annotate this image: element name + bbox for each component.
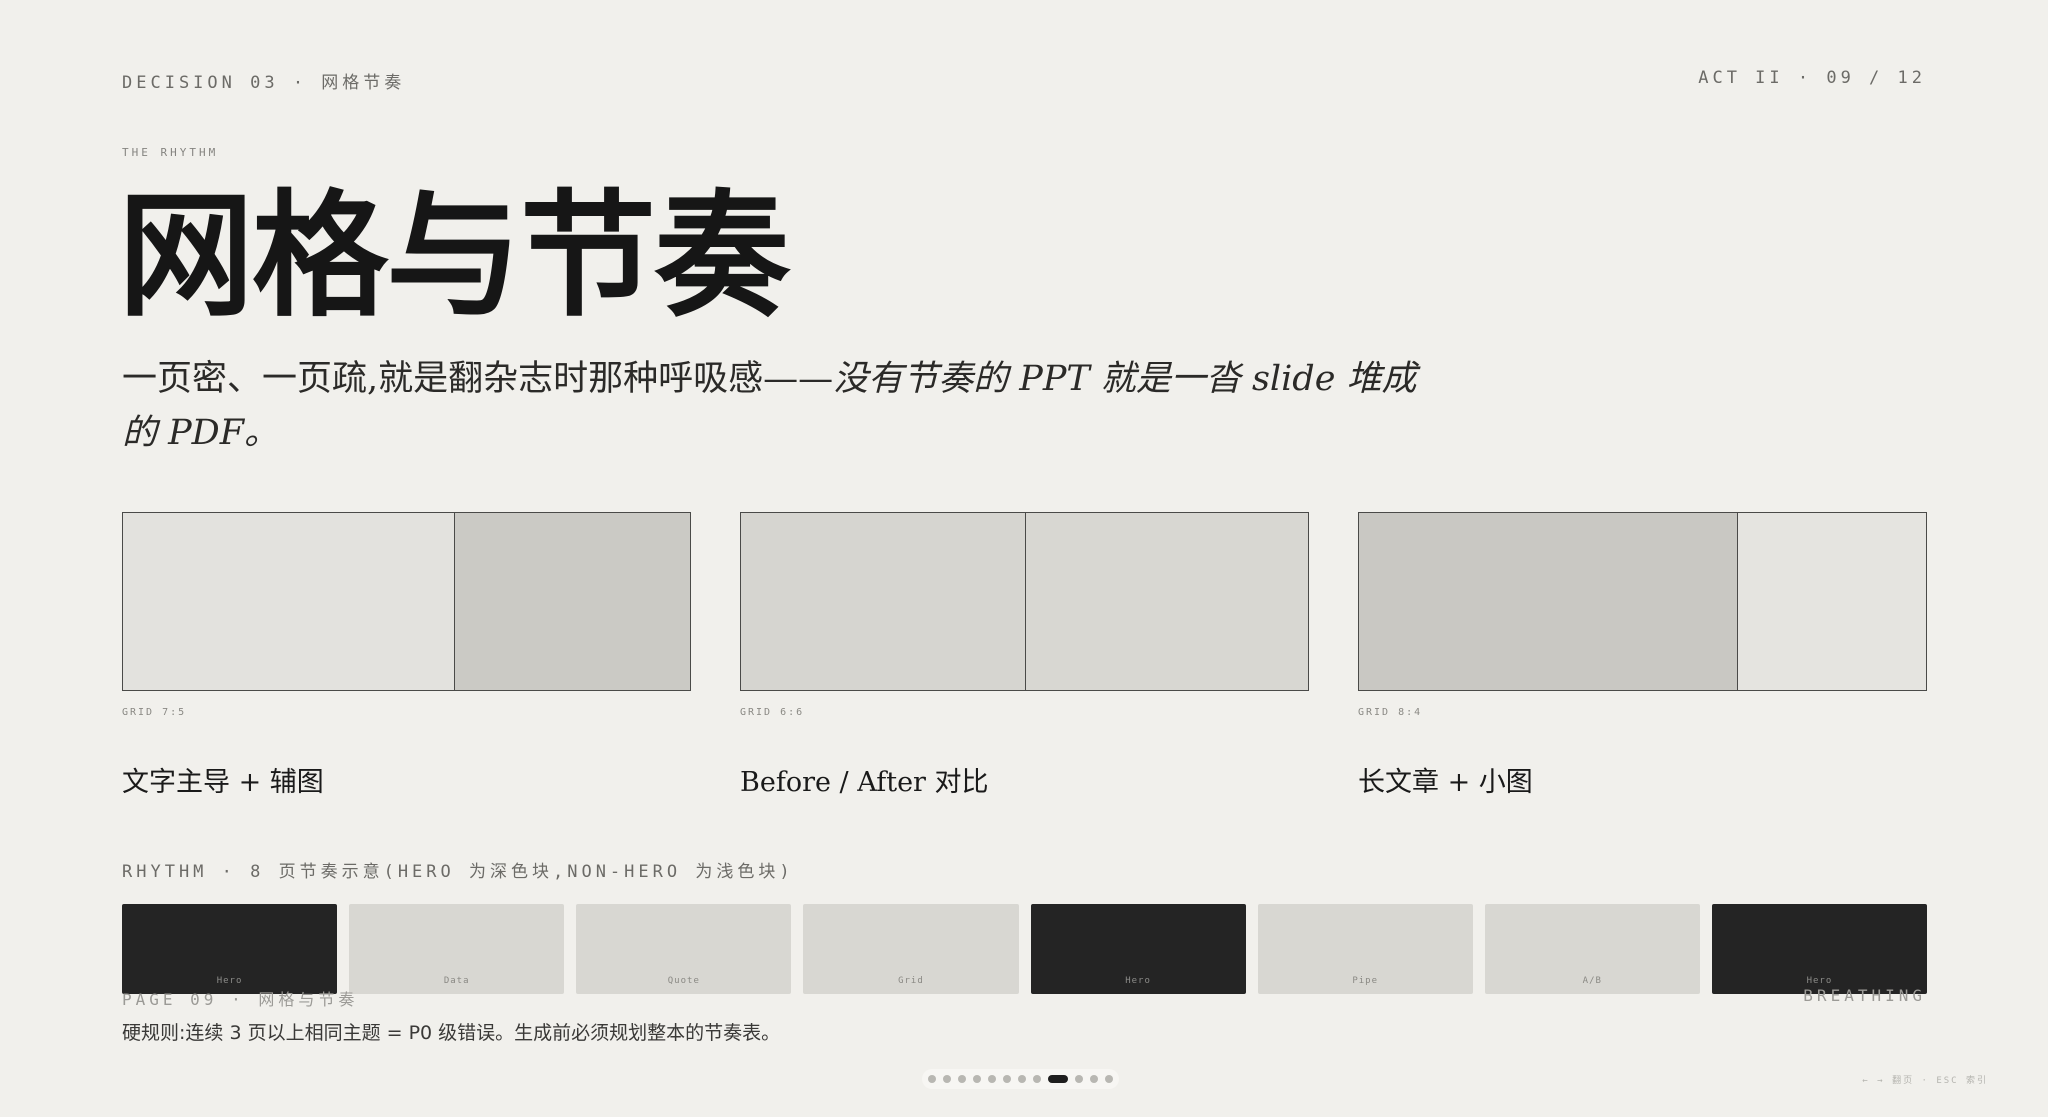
- grid-card-8-4: GRID 8:4 长文章 + 小图: [1358, 512, 1927, 799]
- grid-label: GRID 7:5: [122, 707, 187, 718]
- footer-section-label: BREATHING: [1803, 986, 1926, 1005]
- rhythm-block: Hero: [1711, 904, 1927, 994]
- keyboard-hint: ← → 翻页 · ESC 索引: [1862, 1076, 1988, 1086]
- grid-cell-minor: [1737, 513, 1926, 690]
- rhythm-strip: Hero Data Quote Grid Hero Pipe A/B Hero: [122, 904, 1927, 994]
- grid-cell-major: [1359, 513, 1737, 690]
- rhythm-block: Hero: [1030, 904, 1246, 994]
- rhythm-block-label: Hero: [1806, 976, 1833, 986]
- rhythm-block: Data: [349, 904, 565, 994]
- footer-page-label: PAGE 09 · 网格与节奏: [122, 990, 359, 1009]
- rhythm-block-label: Quote: [667, 976, 700, 986]
- rhythm-block: Pipe: [1257, 904, 1473, 994]
- grid-caption: 长文章 + 小图: [1358, 767, 1533, 798]
- page-dot[interactable]: [973, 1075, 981, 1083]
- grid-label: GRID 8:4: [1358, 707, 1423, 718]
- grid-cell-minor: [1024, 513, 1308, 690]
- rhythm-block-label: Pipe: [1352, 976, 1379, 986]
- page-dot[interactable]: [1003, 1075, 1011, 1083]
- grid-card-7-5: GRID 7:5 文字主导 + 辅图: [122, 512, 691, 799]
- rhythm-block: Grid: [803, 904, 1019, 994]
- act-page-counter: ACT II · 09 / 12: [1698, 68, 1926, 88]
- subtitle-plain: 一页密、一页疏,就是翻杂志时那种呼吸感——: [122, 359, 834, 399]
- rhythm-block-label: A/B: [1582, 976, 1602, 986]
- page-dot[interactable]: [1033, 1075, 1041, 1083]
- eyebrow-label: THE RHYTHM: [122, 146, 219, 159]
- page-indicator[interactable]: [922, 1069, 1119, 1089]
- rhythm-block: Hero: [122, 904, 338, 994]
- grid-label: GRID 6:6: [740, 707, 805, 718]
- rhythm-block-label: Grid: [898, 976, 924, 986]
- page-dot[interactable]: [1018, 1075, 1026, 1083]
- page-title: 网格与节奏: [118, 176, 790, 336]
- page-dot[interactable]: [958, 1075, 966, 1083]
- grid-diagram: [740, 512, 1309, 691]
- page-dot-active[interactable]: [1048, 1075, 1068, 1083]
- page-dot[interactable]: [928, 1075, 936, 1083]
- hard-rule-note: 硬规则:连续 3 页以上相同主题 = P0 级错误。生成前必须规划整本的节奏表。: [122, 1022, 781, 1044]
- grid-cell-major: [741, 513, 1025, 690]
- page-dot[interactable]: [1090, 1075, 1098, 1083]
- section-label: DECISION 03 · 网格节奏: [122, 73, 406, 93]
- rhythm-label: RHYTHM · 8 页节奏示意(HERO 为深色块,NON-HERO 为浅色块…: [122, 862, 794, 882]
- subtitle: 一页密、一页疏,就是翻杂志时那种呼吸感——没有节奏的 PPT 就是一沓 slid…: [122, 352, 1422, 460]
- page-dot[interactable]: [988, 1075, 996, 1083]
- grid-caption: 文字主导 + 辅图: [122, 767, 324, 798]
- rhythm-block: A/B: [1484, 904, 1700, 994]
- grid-cell-major: [123, 513, 454, 690]
- page-dot[interactable]: [1075, 1075, 1083, 1083]
- grid-diagram: [1358, 512, 1927, 691]
- grid-caption: Before / After 对比: [740, 767, 989, 798]
- rhythm-block: Quote: [576, 904, 792, 994]
- rhythm-block-label: Hero: [1125, 976, 1151, 986]
- rhythm-block-label: Hero: [216, 976, 243, 986]
- rhythm-block-label: Data: [443, 976, 470, 986]
- grid-cell-minor: [453, 513, 690, 690]
- page-dot[interactable]: [1105, 1075, 1113, 1083]
- grid-card-6-6: GRID 6:6 Before / After 对比: [740, 512, 1309, 799]
- page-dot[interactable]: [943, 1075, 951, 1083]
- grid-diagram: [122, 512, 691, 691]
